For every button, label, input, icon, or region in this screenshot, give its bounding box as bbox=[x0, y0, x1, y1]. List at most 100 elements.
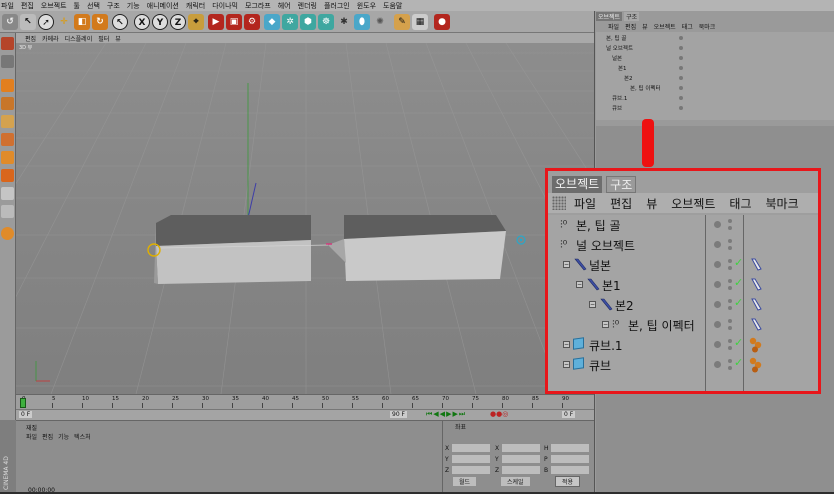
small-menu-bookmark[interactable]: 북마크 bbox=[699, 22, 716, 31]
menu-5[interactable]: 구조 bbox=[107, 1, 120, 11]
coord-mode-scale[interactable]: 스케일 bbox=[501, 477, 530, 486]
visibility-dot-icon[interactable] bbox=[714, 221, 721, 228]
small-menu-file[interactable]: 파일 bbox=[608, 22, 619, 31]
render-visibility-icon[interactable] bbox=[728, 286, 732, 290]
playhead[interactable] bbox=[20, 398, 26, 408]
texture-mode-icon[interactable] bbox=[1, 79, 14, 92]
material-menu-file[interactable]: 파일 bbox=[26, 432, 37, 441]
bone-tag-icon[interactable] bbox=[749, 277, 763, 291]
y-axis-lock-button[interactable]: Y bbox=[152, 14, 168, 30]
coord-mode-world[interactable]: 월드 bbox=[453, 477, 477, 486]
small-om-row[interactable]: 널본 bbox=[612, 54, 622, 62]
grid-icon[interactable] bbox=[1, 205, 14, 218]
record-icon[interactable]: ● bbox=[434, 14, 450, 30]
object-row[interactable]: − ⫶⁰ 본, 팁 이펙터 bbox=[548, 315, 818, 335]
small-om-row[interactable]: 본2 bbox=[624, 74, 633, 82]
tree-expander-icon[interactable]: − bbox=[563, 261, 570, 268]
zoom-menu-tag[interactable]: 태그 bbox=[729, 195, 751, 212]
visibility-dot-icon[interactable] bbox=[714, 261, 721, 268]
material-menu-edit[interactable]: 편집 bbox=[42, 432, 53, 441]
zoom-menu-file[interactable]: 파일 bbox=[574, 195, 596, 212]
checker-icon[interactable] bbox=[1, 187, 14, 200]
scene-icon[interactable]: ⬮ bbox=[354, 14, 370, 30]
coord-rot-fields[interactable] bbox=[551, 444, 589, 474]
object-name[interactable]: 큐브.1 bbox=[589, 337, 623, 354]
enabled-check-icon[interactable]: ✓ bbox=[734, 336, 743, 349]
render-settings-icon[interactable]: ⚙ bbox=[244, 14, 260, 30]
visibility-dot-icon[interactable] bbox=[714, 301, 721, 308]
viewport-menu-camera[interactable]: 카메라 bbox=[42, 34, 59, 43]
object-row[interactable]: ⫶⁰ 널 오브젝트 bbox=[548, 235, 818, 255]
editor-visibility-icon[interactable] bbox=[728, 339, 732, 343]
tree-expander-icon[interactable]: − bbox=[589, 301, 596, 308]
zoom-menu-bookmark[interactable]: 북마크 bbox=[766, 195, 799, 212]
small-visibility-dot[interactable] bbox=[679, 76, 683, 80]
object-row[interactable]: − 큐브.1 ✓ bbox=[548, 335, 818, 355]
menu-2[interactable]: 오브젝트 bbox=[41, 1, 67, 11]
small-menu-edit[interactable]: 편집 bbox=[625, 22, 636, 31]
object-row[interactable]: ⫶⁰ 본, 팁 골 bbox=[548, 215, 818, 235]
select-arrow-icon[interactable]: ➚ bbox=[38, 14, 54, 30]
material-menu-function[interactable]: 기능 bbox=[58, 432, 69, 441]
material-tag-icon[interactable] bbox=[749, 357, 763, 373]
object-name[interactable]: 큐브 bbox=[589, 357, 611, 374]
start-frame-field[interactable]: 0 F bbox=[19, 411, 33, 418]
tree-expander-icon[interactable]: − bbox=[602, 321, 609, 328]
camera-icon[interactable]: ✺ bbox=[372, 14, 388, 30]
tree-expander-icon[interactable]: − bbox=[563, 341, 570, 348]
object-name[interactable]: 널 오브젝트 bbox=[576, 237, 635, 254]
viewport-menu-display[interactable]: 디스플레이 bbox=[65, 34, 93, 43]
z-axis-lock-button[interactable]: Z bbox=[170, 14, 186, 30]
workplane-icon[interactable]: ▦ bbox=[412, 14, 428, 30]
bone-tag-icon[interactable] bbox=[749, 257, 763, 271]
record-keys-icon[interactable]: ●●◎ bbox=[490, 410, 508, 418]
editor-visibility-icon[interactable] bbox=[728, 279, 732, 283]
menu-0[interactable]: 파일 bbox=[1, 1, 14, 11]
object-row[interactable]: − 본2 ✓ bbox=[548, 295, 818, 315]
timeline[interactable]: 051015202530354045505560657075808590 bbox=[16, 394, 594, 409]
small-tab-structure[interactable]: 구조 bbox=[624, 12, 640, 21]
small-om-row[interactable]: 본, 팁 골 bbox=[606, 34, 626, 42]
zoom-menu-view[interactable]: 뷰 bbox=[646, 195, 657, 212]
axis-mode-icon[interactable] bbox=[1, 97, 14, 110]
menu-7[interactable]: 애니메이션 bbox=[147, 1, 179, 11]
tree-expander-icon[interactable]: − bbox=[576, 281, 583, 288]
grip-icon[interactable] bbox=[552, 196, 566, 210]
small-menu-tag[interactable]: 태그 bbox=[682, 22, 693, 31]
coord-size-fields[interactable] bbox=[502, 444, 540, 474]
points-mode-icon[interactable] bbox=[1, 115, 14, 128]
enabled-check-icon[interactable]: ✓ bbox=[734, 356, 743, 369]
snap-icon[interactable]: ✎ bbox=[394, 14, 410, 30]
model-mode-icon[interactable] bbox=[1, 37, 14, 50]
viewport-menu-edit[interactable]: 편집 bbox=[25, 34, 36, 43]
recent-tool-icon[interactable]: ↖ bbox=[112, 14, 128, 30]
material-menu-texture[interactable]: 텍스처 bbox=[74, 432, 91, 441]
small-menu-view[interactable]: 뷰 bbox=[642, 22, 648, 31]
visibility-dot-icon[interactable] bbox=[714, 281, 721, 288]
editor-visibility-icon[interactable] bbox=[728, 219, 732, 223]
render-visibility-icon[interactable] bbox=[728, 306, 732, 310]
menu-12[interactable]: 렌더링 bbox=[298, 1, 317, 11]
enabled-check-icon[interactable]: ✓ bbox=[734, 256, 743, 269]
editor-visibility-icon[interactable] bbox=[728, 259, 732, 263]
rotate-icon[interactable]: ↻ bbox=[92, 14, 108, 30]
render-visibility-icon[interactable] bbox=[728, 346, 732, 350]
object-mode-icon[interactable] bbox=[1, 55, 14, 68]
object-name[interactable]: 본, 팁 이펙터 bbox=[628, 317, 695, 334]
small-om-row[interactable]: 널 오브젝트 bbox=[606, 44, 633, 52]
object-name[interactable]: 널본 bbox=[589, 257, 611, 274]
bone-tag-icon[interactable] bbox=[749, 317, 763, 331]
playback-controls-icon[interactable]: ⏮◀◀▶▶⏭ bbox=[426, 410, 466, 419]
edges-mode-icon[interactable] bbox=[1, 133, 14, 146]
menu-11[interactable]: 헤어 bbox=[278, 1, 291, 11]
small-visibility-dot[interactable] bbox=[679, 86, 683, 90]
coord-system-icon[interactable]: ⌖ bbox=[188, 14, 204, 30]
editor-visibility-icon[interactable] bbox=[728, 359, 732, 363]
visibility-dot-icon[interactable] bbox=[714, 321, 721, 328]
menu-8[interactable]: 캐릭터 bbox=[186, 1, 205, 11]
zoom-tab-structure[interactable]: 구조 bbox=[606, 176, 637, 193]
coord-apply-button[interactable]: 적용 bbox=[555, 476, 581, 487]
enabled-check-icon[interactable]: ✓ bbox=[734, 276, 743, 289]
menu-9[interactable]: 다이나믹 bbox=[212, 1, 238, 11]
tree-expander-icon[interactable]: − bbox=[563, 361, 570, 368]
